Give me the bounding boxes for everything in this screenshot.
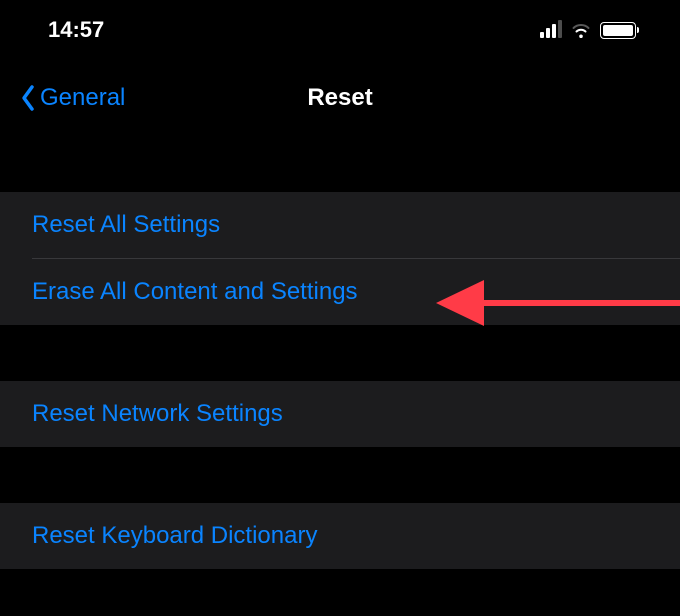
page-title: Reset bbox=[307, 84, 372, 112]
battery-icon bbox=[600, 22, 636, 39]
reset-network-settings[interactable]: Reset Network Settings bbox=[0, 381, 680, 447]
reset-group-2: Reset Network Settings bbox=[0, 381, 680, 447]
section-gap bbox=[0, 325, 680, 381]
wifi-icon bbox=[570, 21, 592, 39]
status-time: 14:57 bbox=[48, 17, 104, 43]
erase-all-content-and-settings[interactable]: Erase All Content and Settings bbox=[0, 259, 680, 325]
status-icons bbox=[540, 21, 636, 39]
back-button[interactable]: General bbox=[20, 84, 125, 112]
chevron-left-icon bbox=[20, 84, 36, 112]
reset-group-1: Reset All Settings Erase All Content and… bbox=[0, 192, 680, 325]
status-bar: 14:57 bbox=[0, 0, 680, 60]
section-gap bbox=[0, 447, 680, 503]
cellular-signal-icon bbox=[540, 22, 562, 38]
section-gap bbox=[0, 136, 680, 192]
nav-bar: General Reset bbox=[0, 60, 680, 136]
back-label: General bbox=[40, 84, 125, 112]
reset-all-settings[interactable]: Reset All Settings bbox=[0, 192, 680, 258]
reset-keyboard-dictionary[interactable]: Reset Keyboard Dictionary bbox=[0, 503, 680, 569]
reset-group-3: Reset Keyboard Dictionary bbox=[0, 503, 680, 569]
